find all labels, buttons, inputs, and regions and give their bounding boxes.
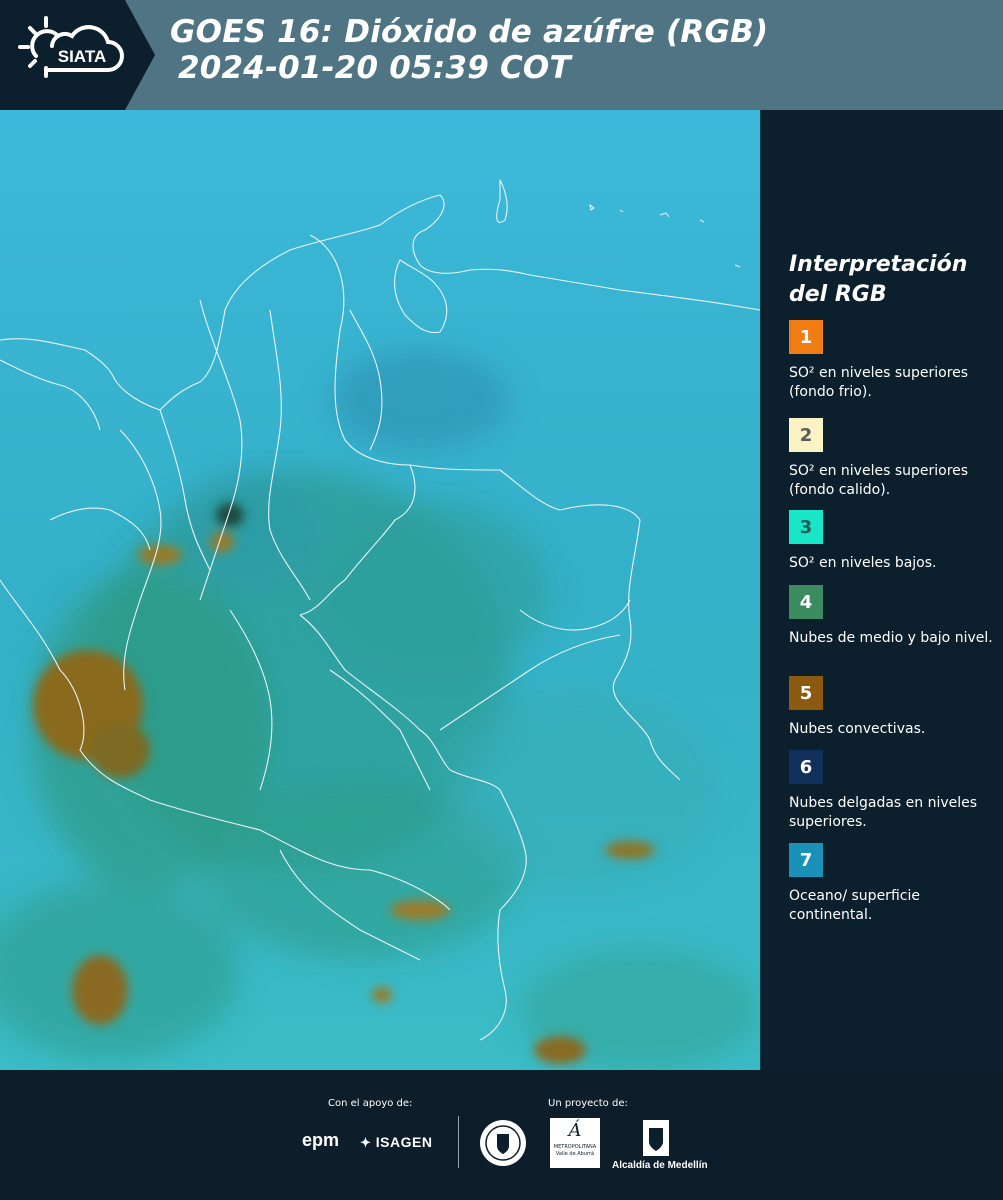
legend-swatch: 6 — [789, 750, 823, 784]
legend-label: SO² en niveles bajos. — [789, 555, 937, 571]
legend-label: Nubes delgadas en niveles superiores. — [789, 795, 978, 830]
footer: Con el apoyo de: Un proyecto de: epm ✦ I… — [0, 1070, 1003, 1200]
area-metropolitana-logo: Á METROPOLITANA Valle de Aburrá — [550, 1118, 600, 1168]
isagen-logo: ✦ ISAGEN — [360, 1134, 432, 1151]
legend-item-3: 3 SO² en niveles bajos. — [789, 510, 994, 573]
legend-swatch: 5 — [789, 676, 823, 710]
legend-swatch: 4 — [789, 585, 823, 619]
area-logo-line1: METROPOLITANA — [553, 1144, 597, 1150]
legend-item-5: 5 Nubes convectivas. — [789, 676, 994, 739]
area-logo-glyph: Á — [568, 1120, 582, 1141]
alcaldia-crest-icon — [643, 1120, 669, 1156]
page-title: GOES 16: Dióxido de azúfre (RGB) 2024-01… — [170, 14, 768, 86]
medellin-seal-icon — [480, 1120, 526, 1166]
logo-text: SIATA — [58, 47, 106, 66]
project-label: Un proyecto de: — [548, 1098, 628, 1109]
legend-item-7: 7 Oceano/ superficie continental. — [789, 843, 994, 925]
siata-logo: SIATA — [0, 0, 160, 110]
legend-swatch: 1 — [789, 320, 823, 354]
legend-item-6: 6 Nubes delgadas en niveles superiores. — [789, 750, 994, 832]
legend-item-4: 4 Nubes de medio y bajo nivel. — [789, 585, 994, 648]
legend-item-1: 1 SO² en niveles superiores (fondo frio)… — [789, 320, 994, 402]
area-logo-line2: Valle de Aburrá — [555, 1151, 595, 1157]
support-label: Con el apoyo de: — [328, 1098, 413, 1109]
epm-logo: epm — [302, 1130, 340, 1150]
legend-label: Nubes de medio y bajo nivel. — [789, 630, 993, 646]
isagen-text: ISAGEN — [375, 1134, 433, 1150]
legend-number: 5 — [799, 682, 813, 704]
legend-title-line1: Interpretación — [789, 252, 968, 277]
legend-number: 4 — [799, 591, 813, 613]
legend-panel: Interpretación del RGB 1 SO² en niveles … — [760, 110, 1003, 1070]
legend-item-2: 2 SO² en niveles superiores (fondo calid… — [789, 418, 994, 500]
legend-number: 6 — [799, 756, 813, 778]
legend-label: SO² en niveles superiores (fondo calido)… — [789, 463, 969, 498]
satellite-map — [0, 110, 760, 1070]
legend-swatch: 3 — [789, 510, 823, 544]
legend-label: Nubes convectivas. — [789, 721, 926, 737]
footer-divider — [458, 1116, 459, 1168]
legend-label: Oceano/ superficie continental. — [789, 888, 920, 923]
legend-title: Interpretación del RGB — [789, 250, 967, 310]
header: SIATA GOES 16: Dióxido de azúfre (RGB) 2… — [0, 0, 1003, 110]
legend-number: 1 — [799, 326, 813, 348]
title-line1: GOES 16: Dióxido de azúfre (RGB) — [170, 14, 769, 50]
legend-label: SO² en niveles superiores (fondo frio). — [789, 365, 969, 400]
legend-swatch: 2 — [789, 418, 823, 452]
title-line2: 2024-01-20 05:39 COT — [178, 50, 571, 86]
legend-swatch: 7 — [789, 843, 823, 877]
legend-number: 7 — [799, 849, 813, 871]
legend-number: 3 — [799, 516, 813, 538]
legend-number: 2 — [799, 424, 813, 446]
isagen-icon: ✦ — [360, 1135, 372, 1150]
alcaldia-label: Alcaldía de Medellín — [612, 1160, 708, 1171]
legend-title-line2: del RGB — [789, 282, 887, 307]
